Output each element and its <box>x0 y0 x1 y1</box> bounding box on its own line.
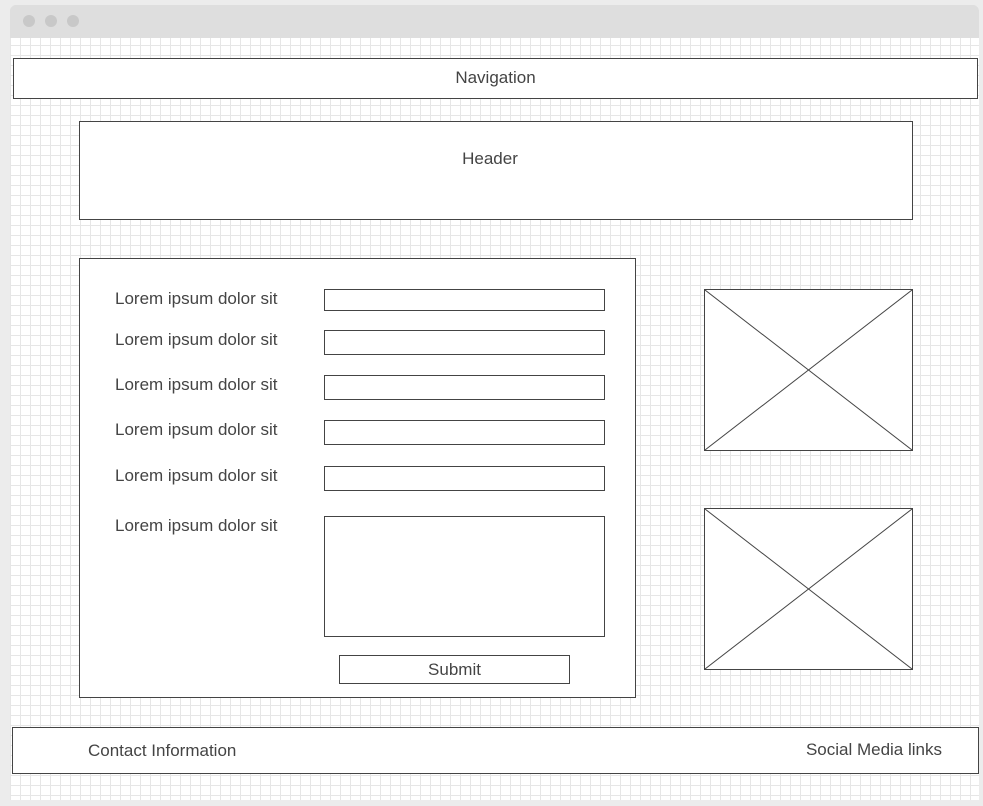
text-input-1[interactable] <box>324 289 605 311</box>
field-label-1: Lorem ipsum dolor sit <box>115 289 278 308</box>
text-input-5[interactable] <box>324 466 605 491</box>
window-titlebar <box>10 5 979 38</box>
social-media-links[interactable]: Social Media links <box>806 740 942 760</box>
image-placeholder-1 <box>704 289 913 451</box>
text-input-2[interactable] <box>324 330 605 355</box>
header-section: Header <box>79 121 913 220</box>
field-label-5: Lorem ipsum dolor sit <box>115 466 278 485</box>
field-label-3: Lorem ipsum dolor sit <box>115 375 278 394</box>
footer-bar: Contact Information Social Media links <box>12 727 979 774</box>
contact-information-link[interactable]: Contact Information <box>88 741 236 761</box>
text-input-4[interactable] <box>324 420 605 445</box>
header-label: Header <box>462 149 518 168</box>
window-close-icon[interactable] <box>23 15 35 27</box>
submit-button[interactable]: Submit <box>339 655 570 684</box>
image-placeholder-2 <box>704 508 913 670</box>
window-minimize-icon[interactable] <box>45 15 57 27</box>
field-label-2: Lorem ipsum dolor sit <box>115 330 278 349</box>
text-input-3[interactable] <box>324 375 605 400</box>
window-maximize-icon[interactable] <box>67 15 79 27</box>
image-placeholder-icon <box>705 509 912 669</box>
field-label-4: Lorem ipsum dolor sit <box>115 420 278 439</box>
image-placeholder-icon <box>705 290 912 450</box>
navigation-bar[interactable]: Navigation <box>13 58 978 99</box>
browser-window: Navigation Header Lorem ipsum dolor sit … <box>10 5 979 800</box>
form-panel: Lorem ipsum dolor sit Lorem ipsum dolor … <box>79 258 636 698</box>
navigation-label: Navigation <box>455 68 536 87</box>
field-label-6: Lorem ipsum dolor sit <box>115 516 278 535</box>
textarea-input[interactable] <box>324 516 605 637</box>
